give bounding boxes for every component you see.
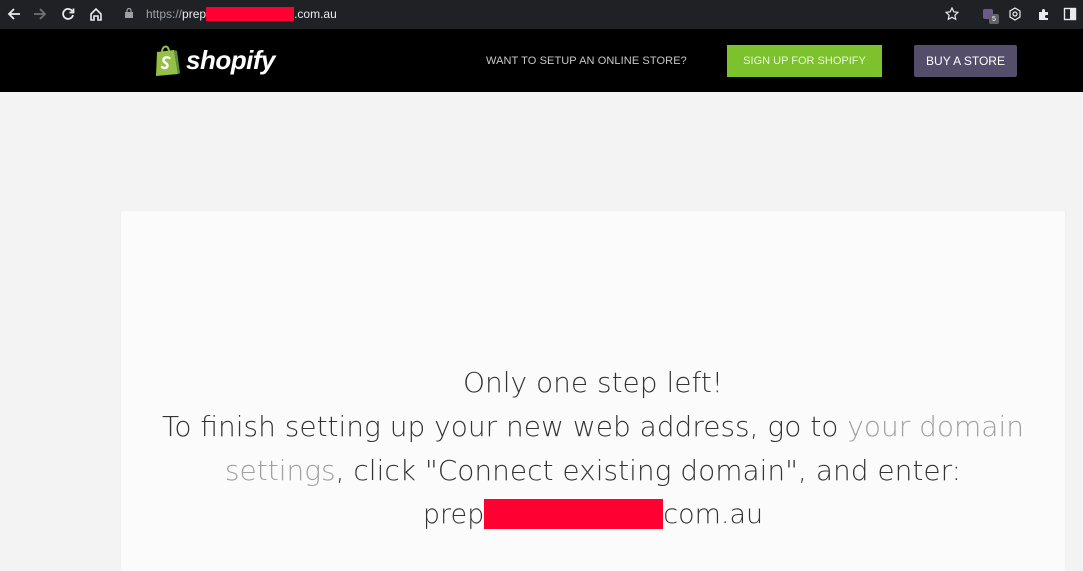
lock-icon — [125, 8, 133, 18]
forward-icon[interactable] — [30, 4, 50, 24]
instructions: Only one step left! To finish setting up… — [121, 361, 1065, 537]
shopify-bag-icon — [156, 45, 180, 76]
home-icon[interactable] — [86, 4, 106, 24]
puzzle-icon[interactable] — [1034, 4, 1054, 24]
heading: Only one step left! — [462, 366, 724, 399]
side-panel-icon[interactable] — [1060, 4, 1080, 24]
address-bar[interactable]: https://prep .com.au — [113, 2, 973, 26]
logo-text: shopify — [186, 44, 275, 75]
content-card: Only one step left! To finish setting up… — [121, 211, 1065, 571]
domain-redaction — [484, 499, 664, 529]
url-text: https://prep .com.au — [146, 7, 337, 21]
shopify-logo[interactable]: shopify — [153, 42, 275, 78]
domain-value: prep com.au — [422, 499, 764, 530]
instruction-text: To finish setting up your new web addres… — [161, 410, 1024, 487]
reload-icon[interactable] — [58, 4, 78, 24]
buy-store-button[interactable]: BUY A STORE — [914, 45, 1017, 77]
extension-hex-icon[interactable] — [1005, 4, 1025, 24]
setup-prompt-text: WANT TO SETUP AN ONLINE STORE? — [486, 55, 687, 67]
bookmark-star-icon[interactable] — [942, 4, 962, 24]
sign-up-button[interactable]: SIGN UP FOR SHOPIFY — [727, 45, 882, 77]
url-redaction — [206, 7, 295, 21]
back-icon[interactable] — [4, 4, 24, 24]
site-header: shopify WANT TO SETUP AN ONLINE STORE? S… — [0, 29, 1083, 92]
extension-badge: 5 — [989, 14, 999, 24]
browser-toolbar: https://prep .com.au 5 — [0, 0, 1083, 29]
